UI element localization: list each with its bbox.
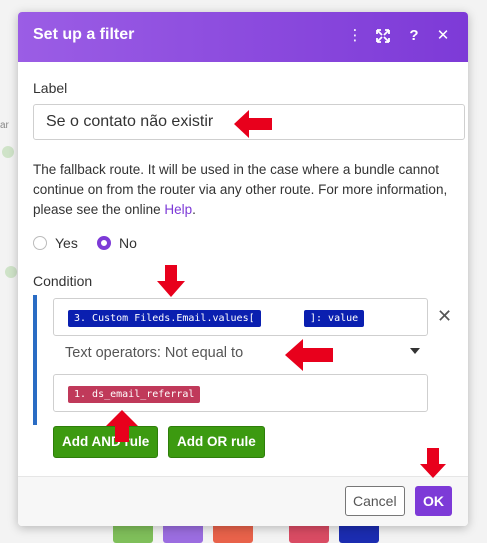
condition-heading: Condition bbox=[33, 273, 93, 289]
variable-pill-ds-email-referral[interactable]: 1. ds_email_referral bbox=[68, 386, 201, 403]
more-vertical-icon[interactable]: ⋮ bbox=[344, 25, 366, 47]
fallback-description: The fallback route. It will be used in t… bbox=[33, 160, 453, 220]
ok-button[interactable]: OK bbox=[415, 486, 452, 516]
fallback-text: The fallback route. It will be used in t… bbox=[33, 162, 448, 217]
dialog-title: Set up a filter bbox=[33, 26, 135, 43]
radio-no-button[interactable] bbox=[97, 236, 111, 250]
annotation-arrow-left bbox=[285, 339, 333, 371]
operator-select[interactable]: Text operators: Not equal to bbox=[65, 345, 420, 367]
variable-pill-email-values[interactable]: 3. Custom Fileds.Email.values[ bbox=[68, 310, 261, 327]
annotation-arrow-down bbox=[157, 265, 185, 297]
background-node bbox=[2, 146, 14, 158]
cancel-button[interactable]: Cancel bbox=[345, 486, 405, 516]
annotation-arrow-up bbox=[106, 410, 138, 442]
operator-value: Text operators: Not equal to bbox=[65, 345, 244, 361]
help-icon[interactable]: ? bbox=[403, 25, 425, 47]
radio-no-label: No bbox=[119, 235, 137, 251]
second-operand-field[interactable]: 1. ds_email_referral bbox=[53, 374, 428, 412]
condition-group-bar bbox=[33, 295, 37, 425]
variable-pill-value[interactable]: ]: value bbox=[304, 310, 365, 327]
expand-icon[interactable] bbox=[372, 25, 394, 47]
help-link[interactable]: Help bbox=[164, 202, 192, 217]
remove-condition-icon[interactable]: ✕ bbox=[437, 306, 452, 327]
annotation-arrow-left bbox=[234, 110, 272, 138]
background-side-text: ar bbox=[0, 120, 9, 131]
radio-yes-button[interactable] bbox=[33, 236, 47, 250]
radio-no[interactable]: No bbox=[97, 234, 137, 252]
label-heading: Label bbox=[33, 80, 68, 96]
filter-dialog: Set up a filter ⋮ ? ✕ Label The fallback… bbox=[18, 12, 468, 526]
radio-yes[interactable]: Yes bbox=[33, 234, 78, 252]
fallback-text-end: . bbox=[192, 202, 196, 217]
dialog-header: Set up a filter ⋮ ? ✕ bbox=[18, 12, 468, 62]
chevron-down-icon bbox=[410, 348, 420, 354]
radio-yes-label: Yes bbox=[55, 235, 78, 251]
background-node bbox=[5, 266, 17, 278]
annotation-arrow-down bbox=[420, 448, 446, 478]
close-icon[interactable]: ✕ bbox=[432, 25, 454, 47]
add-or-rule-button[interactable]: Add OR rule bbox=[168, 426, 265, 458]
first-operand-field[interactable]: 3. Custom Fileds.Email.values[ ]: value bbox=[53, 298, 428, 336]
